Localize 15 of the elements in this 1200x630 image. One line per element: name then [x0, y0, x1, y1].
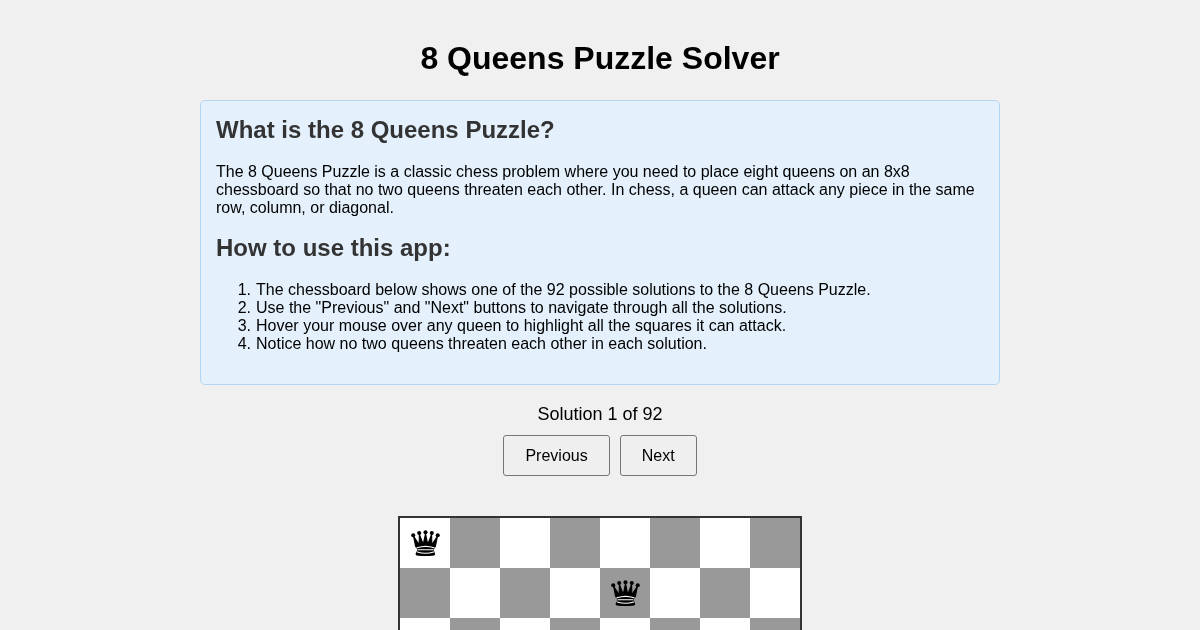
section-heading: What is the 8 Queens Puzzle?	[216, 116, 556, 144]
nav-button[interactable]: Previous	[503, 435, 610, 476]
step-number: 4.	[236, 335, 251, 353]
step-text: Use the "Previous" and "Next" buttons to navigate through all the solutions.	[256, 299, 787, 317]
step-text: Notice how no two queens threaten each other in each solution.	[256, 335, 707, 353]
step-text: The chessboard below shows one of the 92 possible solutions to the 8 Queens Puzzle.	[256, 281, 871, 299]
step-number: 3.	[236, 317, 251, 335]
step-text: Hover your mouse over any queen to highlight all the squares it can attack.	[256, 317, 787, 335]
step-number: 2.	[236, 299, 251, 317]
page-title: 8 Queens Puzzle Solver	[420, 40, 780, 77]
section-heading: How to use this app:	[216, 234, 452, 262]
solution-counter: Solution 1 of 92	[537, 404, 663, 425]
nav-button[interactable]: Next	[619, 435, 697, 476]
step-number: 1.	[236, 281, 251, 299]
description-paragraph: The 8 Queens Puzzle is a classic chess problem where you need to place eight queens on an 8x8 chessboard so that no two queens threaten each other. In chess, a queen can attack any piece in the same row, column, or diagonal.	[216, 163, 976, 217]
